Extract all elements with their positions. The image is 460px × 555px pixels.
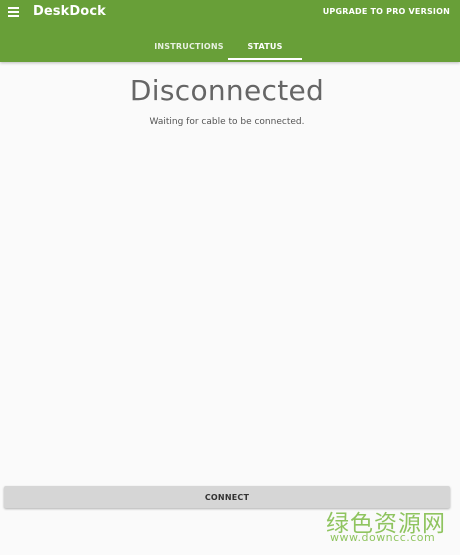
tab-selected-indicator	[228, 58, 302, 60]
status-title: Disconnected	[129, 74, 325, 107]
hamburger-menu-icon[interactable]	[8, 7, 19, 17]
app-bar: DeskDock UPGRADE TO PRO VERSION INSTRUCT…	[0, 0, 460, 62]
watermark-url: www.downcc.com	[330, 531, 436, 544]
tab-instructions[interactable]: INSTRUCTIONS	[150, 34, 228, 62]
upgrade-to-pro-button[interactable]: UPGRADE TO PRO VERSION	[323, 7, 450, 16]
app-title: DeskDock	[33, 4, 106, 19]
status-message: Waiting for cable to be connected.	[149, 117, 305, 127]
